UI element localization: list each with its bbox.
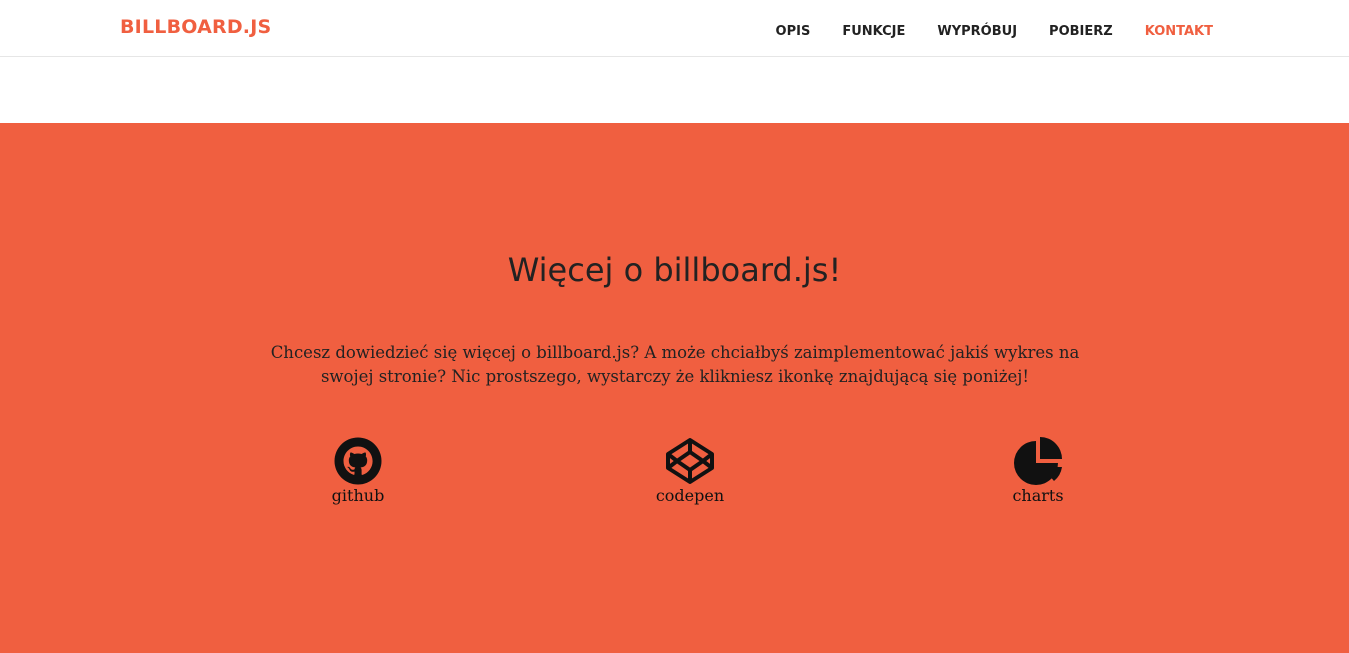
codepen-label: codepen bbox=[655, 486, 725, 505]
nav-item: WYPRÓBUJ bbox=[937, 20, 1017, 39]
codepen-icon bbox=[666, 438, 714, 484]
charts-link[interactable]: charts bbox=[978, 437, 1098, 505]
nav-item: FUNKCJE bbox=[842, 20, 905, 39]
github-icon bbox=[334, 437, 382, 485]
nav-menu: OPIS FUNKCJE WYPRÓBUJ POBIERZ KONTAKT bbox=[744, 20, 1213, 39]
contact-section: Więcej o billboard.js! Chcesz dowiedzieć… bbox=[0, 123, 1349, 653]
nav-item: KONTAKT bbox=[1145, 20, 1213, 39]
section-heading: Więcej o billboard.js! bbox=[507, 251, 842, 289]
section-description: Chcesz dowiedzieć się więcej o billboard… bbox=[270, 343, 1080, 386]
nav-item: OPIS bbox=[776, 20, 811, 39]
nav-link-kontakt[interactable]: KONTAKT bbox=[1145, 24, 1213, 39]
codepen-link[interactable]: codepen bbox=[630, 437, 750, 505]
github-link[interactable]: github bbox=[298, 437, 418, 505]
nav-item: POBIERZ bbox=[1049, 20, 1113, 39]
nav-link-pobierz[interactable]: POBIERZ bbox=[1049, 24, 1113, 39]
github-label: github bbox=[331, 486, 385, 505]
brand-link[interactable]: BILLBOARD.JS bbox=[120, 16, 271, 38]
nav-link-opis[interactable]: OPIS bbox=[776, 24, 811, 39]
nav-link-wyprobuj[interactable]: WYPRÓBUJ bbox=[937, 24, 1017, 39]
nav-link-funkcje[interactable]: FUNKCJE bbox=[842, 24, 905, 39]
navbar: BILLBOARD.JS OPIS FUNKCJE WYPRÓBUJ POBIE… bbox=[0, 0, 1349, 57]
pie-chart-icon bbox=[1014, 437, 1062, 485]
charts-label: charts bbox=[1012, 486, 1064, 505]
